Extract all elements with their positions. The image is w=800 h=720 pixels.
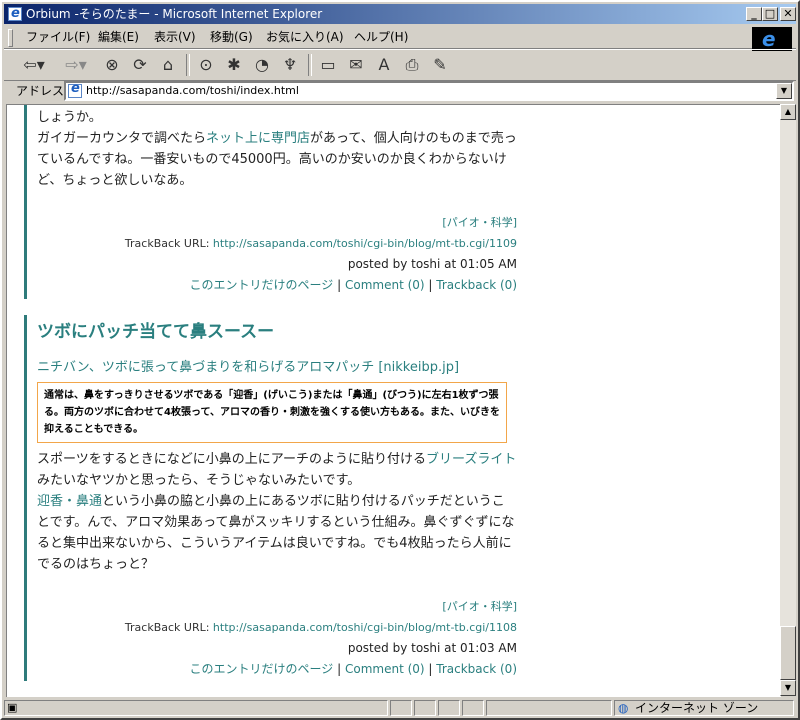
post-title: ツボにパッチ当てて鼻スースー — [37, 322, 275, 342]
body-text: しょうか。 — [37, 110, 102, 125]
menu-go[interactable]: 移動(G) — [210, 29, 253, 45]
minimize-button[interactable]: _ — [746, 7, 762, 21]
address-dropdown-icon[interactable]: ▼ — [776, 83, 792, 99]
refresh-icon[interactable]: ⟳ — [128, 54, 152, 76]
entry-links: このエントリだけのページ | Comment (0) | Trackback (… — [37, 275, 517, 296]
zone-text: インターネット ゾーン — [635, 701, 759, 715]
ie-logo-icon: e — [762, 27, 776, 51]
link-separator: | — [333, 662, 345, 676]
body-text: スポーツをするときになどに小鼻の上にアーチのように貼り付ける — [37, 452, 426, 467]
address-url[interactable]: http://sasapanda.com/toshi/index.html — [86, 84, 299, 98]
menu-view[interactable]: 表示(V) — [154, 29, 196, 45]
link-separator: | — [424, 662, 437, 676]
close-button[interactable]: ✕ — [780, 7, 796, 21]
title-bar[interactable]: Orbium -そらのたまー - Microsoft Internet Expl… — [4, 4, 796, 24]
posted-by: posted by toshi at 01:05 AM — [347, 257, 517, 271]
status-panel — [486, 700, 612, 716]
menu-file[interactable]: ファイル(F) — [26, 29, 90, 45]
entry-body: スポーツをするときになどに小鼻の上にアーチのように貼り付けるブリーズライトみたい… — [37, 449, 517, 575]
link-separator: | — [333, 278, 345, 292]
scroll-down-icon[interactable]: ▼ — [780, 680, 796, 696]
history-icon[interactable]: ◔ — [250, 54, 274, 76]
posted-by: posted by toshi at 01:03 AM — [347, 641, 517, 655]
body-text: という小鼻の脇と小鼻の上にあるツボに貼り付けるパッチだということです。んで、アロ… — [37, 494, 515, 572]
scroll-thumb[interactable] — [780, 626, 796, 680]
favorites-icon[interactable]: ✱ — [222, 54, 246, 76]
trackback-line: TrackBack URL: http://sasapanda.com/tosh… — [37, 233, 517, 254]
mail-icon[interactable]: ✉ — [344, 54, 368, 76]
home-icon[interactable]: ⌂ — [156, 54, 180, 76]
browser-window: Orbium -そらのたまー - Microsoft Internet Expl… — [0, 0, 800, 720]
category-line: [パイオ・科学] — [37, 212, 517, 233]
address-input[interactable]: http://sasapanda.com/toshi/index.html ▼ — [64, 81, 794, 101]
toolbar-separator — [186, 54, 190, 76]
page-icon — [68, 81, 82, 98]
comment-link[interactable]: Comment (0) — [345, 278, 425, 292]
print-icon[interactable]: ⎙ — [400, 54, 424, 76]
globe-icon: ◍ — [618, 701, 629, 715]
zone-panel: ◍ インターネット ゾーン — [614, 700, 794, 716]
quote-box: 通常は、鼻をすっきりさせるツボである「迎香」(げいこう)または「鼻通」(びつう)… — [37, 382, 507, 443]
stop-icon[interactable]: ⊗ — [100, 54, 124, 76]
status-panel — [414, 700, 436, 716]
search-icon[interactable]: ⊙ — [194, 54, 218, 76]
trackback-link[interactable]: Trackback (0) — [436, 278, 517, 292]
trackback-url[interactable]: http://sasapanda.com/toshi/cgi-bin/blog/… — [213, 237, 517, 250]
entry-body: しょうか。 ガイガーカウンタで調べたらネット上に専門店があって、個人向けのものま… — [37, 107, 517, 191]
address-bar: アドレス http://sasapanda.com/toshi/index.ht… — [4, 80, 796, 102]
body-text: みたいなヤツかと思ったら、そうじゃないみたいです。 — [37, 473, 361, 488]
body-text: ガイガーカウンタで調べたら — [37, 131, 207, 146]
entry-links: このエントリだけのページ | Comment (0) | Trackback (… — [37, 659, 517, 680]
menu-favorites[interactable]: お気に入り(A) — [266, 29, 344, 45]
source-link[interactable]: ニチバン、ツボに張って鼻づまりを和らげるアロマパッチ [nikkeibp.jp] — [37, 357, 517, 378]
blog-entry-1: しょうか。 ガイガーカウンタで調べたらネット上に専門店があって、個人向けのものま… — [24, 105, 517, 299]
status-page-icon: ▣ — [7, 701, 18, 714]
menu-edit[interactable]: 編集(E) — [98, 29, 139, 45]
status-panel — [390, 700, 412, 716]
window-title: Orbium -そらのたまー - Microsoft Internet Expl… — [26, 7, 323, 21]
standard-toolbar: ⇦▾ ⇨▾ ⊗ ⟳ ⌂ ⊙ ✱ ◔ ♆ ▭ ✉ A ⎙ ✎ — [4, 49, 796, 81]
forward-icon[interactable]: ⇨▾ — [64, 54, 88, 76]
font-icon[interactable]: A — [372, 54, 396, 76]
breathe-right-link[interactable]: ブリーズライト — [426, 452, 516, 467]
trackback-line: TrackBack URL: http://sasapanda.com/tosh… — [37, 617, 517, 638]
trackback-link[interactable]: Trackback (0) — [436, 662, 517, 676]
trackback-label: TrackBack URL: — [124, 237, 213, 250]
shop-link[interactable]: ネット上に専門店 — [206, 131, 310, 146]
entry-page-link[interactable]: このエントリだけのページ — [190, 662, 334, 676]
edit-icon[interactable]: ✎ — [428, 54, 452, 76]
category-line: [パイオ・科学] — [37, 596, 517, 617]
back-icon[interactable]: ⇦▾ — [22, 54, 46, 76]
fullscreen-icon[interactable]: ▭ — [316, 54, 340, 76]
blog-entry-2: ツボにパッチ当てて鼻スースー ニチバン、ツボに張って鼻づまりを和らげるアロマパッ… — [24, 315, 517, 681]
ie-page-icon — [8, 4, 22, 24]
link-separator: | — [424, 278, 437, 292]
scroll-up-icon[interactable]: ▲ — [780, 104, 796, 120]
address-label: アドレス — [16, 84, 65, 98]
category-link[interactable]: [パイオ・科学] — [442, 216, 517, 229]
trackback-url[interactable]: http://sasapanda.com/toshi/cgi-bin/blog/… — [213, 621, 517, 634]
category-link[interactable]: [パイオ・科学] — [442, 600, 517, 613]
trackback-label: TrackBack URL: — [124, 621, 213, 634]
comment-link[interactable]: Comment (0) — [345, 662, 425, 676]
status-bar: ▣ ◍ インターネット ゾーン — [4, 698, 796, 718]
status-panel — [438, 700, 460, 716]
status-text-panel: ▣ — [4, 700, 388, 716]
menu-help[interactable]: ヘルプ(H) — [354, 29, 408, 45]
menu-bar: ファイル(F) 編集(E) 表示(V) 移動(G) お気に入り(A) ヘルプ(H… — [4, 26, 796, 51]
ie-logo: e — [752, 27, 792, 51]
vertical-scrollbar[interactable]: ▲ ▼ — [780, 104, 796, 696]
page-content: しょうか。 ガイガーカウンタで調べたらネット上に専門店があって、個人向けのものま… — [6, 104, 781, 697]
menu-grip — [8, 29, 13, 47]
channels-icon[interactable]: ♆ — [278, 54, 302, 76]
entry-page-link[interactable]: このエントリだけのページ — [190, 278, 334, 292]
status-panel — [462, 700, 484, 716]
maximize-button[interactable]: □ — [762, 7, 778, 21]
acupoint-link[interactable]: 迎香・鼻通 — [37, 494, 102, 509]
toolbar-separator — [308, 54, 312, 76]
